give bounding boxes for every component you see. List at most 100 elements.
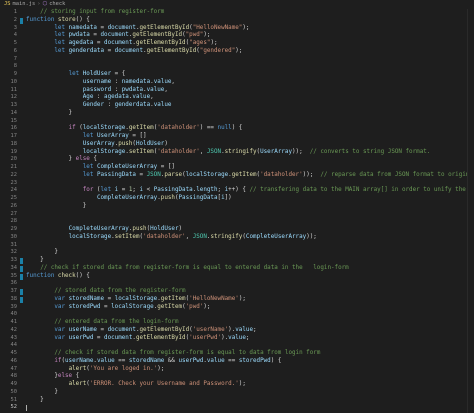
code-token: "gendered" (199, 47, 236, 54)
code-token: pwdata (68, 32, 90, 39)
code-line[interactable]: 6 let genderdata = document.getElementBy… (0, 48, 474, 56)
code-line[interactable]: 3 let namedata = document.getElementById… (0, 25, 474, 33)
code-line[interactable]: 42 var userName = document.getElementByI… (0, 327, 474, 335)
code-line[interactable]: 8 (0, 63, 474, 71)
code-token: getItem (160, 295, 186, 302)
code-token: ); (242, 24, 250, 31)
code-token: // stored data from the register-form (54, 288, 186, 294)
code-token: document (100, 32, 129, 39)
code-token: ++) { (228, 187, 250, 194)
code-line[interactable]: 27 (0, 211, 474, 219)
code-line[interactable]: 1 // storing input from register-form (0, 9, 474, 17)
code-line[interactable]: 18 UserArray.push(HoldUser) (0, 141, 474, 149)
code-line[interactable]: 7 (0, 56, 474, 64)
code-line[interactable]: 40 (0, 311, 474, 319)
code-token: getElementById (146, 47, 197, 54)
code-line[interactable]: 34 // check if stored data from register… (0, 265, 474, 273)
code-line[interactable]: 14 } (0, 110, 474, 118)
code-line[interactable]: 29 CompleteUserArray.push(HoldUser) (0, 226, 474, 234)
code-token: ) == (199, 125, 218, 132)
code-token: userName (65, 357, 94, 364)
code-text: alert('You are loged in.'); (26, 366, 165, 374)
line-number: 31 (10, 241, 18, 248)
code-line[interactable]: 39 var storedPwd = localStorage.getItem(… (0, 304, 474, 312)
code-line[interactable]: 24 for (let i = 1; i < PassingData.lengt… (0, 187, 474, 195)
code-line[interactable]: 19 localStorage.setItem('dataholder', JS… (0, 149, 474, 157)
code-text: alert('ERROR. Check your Username and Pa… (26, 381, 246, 389)
code-text: CompleteUserArray.push(HoldUser) (26, 226, 183, 234)
code-line[interactable]: 21 let CompleteUserArray = [] (0, 164, 474, 172)
code-token: ); (235, 47, 243, 54)
code-line[interactable]: 47 alert('You are loged in.'); (0, 366, 474, 374)
code-line[interactable]: 15 (0, 118, 474, 126)
code-token: else (57, 373, 73, 380)
code-line[interactable]: 22 let PassingData = JSON.parse(localSto… (0, 172, 474, 180)
code-line[interactable]: 25 CompleteUserArray.push(PassingData[i]… (0, 195, 474, 203)
code-line[interactable]: 11 password : pwdata.value, (0, 87, 474, 95)
code-line[interactable]: 32 } (0, 249, 474, 257)
line-number: 27 (10, 210, 18, 217)
code-token: UserArray (96, 133, 129, 139)
code-line[interactable]: 12 Age : agedata.value, (0, 94, 474, 102)
code-line[interactable]: 52 (0, 404, 474, 412)
code-token: , (185, 233, 193, 240)
code-line[interactable]: 49 alert('ERROR. Check your Username and… (0, 381, 474, 389)
code-line[interactable]: 35 function check() { (0, 273, 474, 281)
code-line[interactable]: 9 let HoldUser = { (0, 71, 474, 79)
code-line[interactable]: 5 let agedata = document.getElementById(… (0, 40, 474, 48)
code-line[interactable]: 50 } (0, 389, 474, 397)
code-token: UserArray (260, 148, 293, 155)
code-token: ; (132, 187, 140, 194)
code-line[interactable]: 37 // stored data from the register-form (0, 288, 474, 296)
code-token: = [] (128, 133, 147, 139)
vertical-scrollbar[interactable] (467, 9, 474, 413)
code-text: let UserArray = [] (26, 133, 147, 141)
code-line[interactable]: 51 } (0, 397, 474, 405)
code-line[interactable]: 26 } (0, 203, 474, 211)
code-token: function (26, 16, 58, 23)
code-line[interactable]: 43 var userPwd = document.getElementById… (0, 335, 474, 343)
code-token: getElementById (139, 326, 190, 333)
code-line[interactable]: 13 Gender : genderdata.value (0, 102, 474, 110)
code-line[interactable]: 23 (0, 180, 474, 188)
code-token: PassingData (96, 171, 136, 178)
code-line[interactable]: 30 localStorage.setItem('dataholder', JS… (0, 234, 474, 242)
code-line[interactable]: 17 let UserArray = [] (0, 133, 474, 141)
code-line[interactable]: 41 // entered data from the login-form (0, 319, 474, 327)
line-number: 7 (13, 55, 17, 62)
code-line[interactable]: 45 // check if stored data from register… (0, 350, 474, 358)
breadcrumb-file[interactable]: main.js (13, 0, 36, 9)
code-area[interactable]: 1 // storing input from register-form 2 fu… (0, 9, 474, 413)
code-line[interactable]: 20 } else { (0, 156, 474, 164)
code-token: Gender (82, 102, 105, 108)
code-line[interactable]: 46 if(userName.value == storedName && us… (0, 358, 474, 366)
code-token: CompleteUserArray (96, 195, 158, 201)
code-token: // reparse data from JSON format to orig… (320, 171, 474, 178)
code-text: Gender : genderdata.value (26, 102, 172, 110)
code-editor[interactable]: JS main.js › ⬡ check 1 // storing input … (0, 0, 474, 413)
code-line[interactable]: 48 }else { (0, 373, 474, 381)
code-line[interactable]: 31 (0, 242, 474, 250)
code-line[interactable]: 10 username : namedata.value, (0, 79, 474, 87)
code-line[interactable]: 2 function store() { (0, 17, 474, 25)
code-line[interactable]: 28 (0, 218, 474, 226)
code-token: getElementById (135, 334, 186, 341)
code-line[interactable]: 4 let pwdata = document.getElementById("… (0, 32, 474, 40)
code-line[interactable]: 33 } (0, 257, 474, 265)
line-number: 42 (10, 326, 18, 333)
code-line[interactable]: 38 var storedName = localStorage.getItem… (0, 296, 474, 304)
code-line[interactable]: 36 (0, 280, 474, 288)
code-token: () { (75, 16, 90, 23)
code-token: CompleteUserArray (96, 164, 158, 170)
code-line[interactable]: 16 if (localStorage.getItem('dataholder'… (0, 125, 474, 133)
code-text: function store() { (26, 17, 90, 25)
breadcrumb-symbol[interactable]: check (49, 0, 65, 9)
code-token: value (153, 102, 172, 108)
code-line[interactable]: 44 (0, 342, 474, 350)
modified-line-marker (20, 258, 23, 264)
